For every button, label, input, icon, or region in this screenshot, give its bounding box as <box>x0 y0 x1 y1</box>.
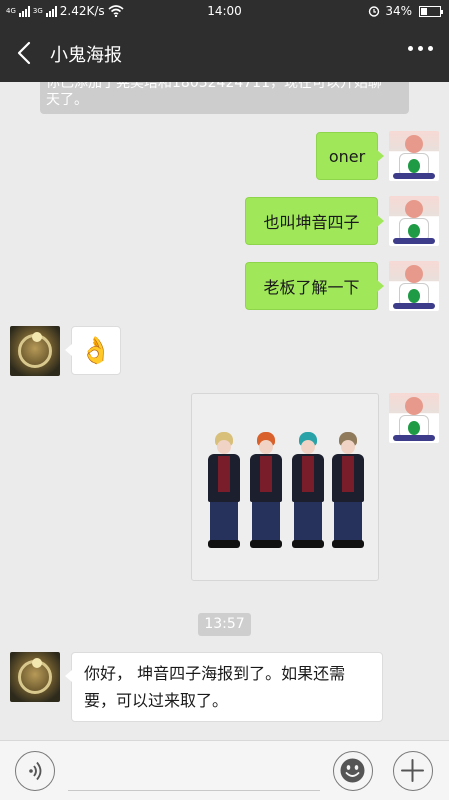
message-text-input[interactable] <box>68 790 320 791</box>
photo-person <box>206 432 242 556</box>
message-bubble-sent[interactable]: oner <box>316 132 384 180</box>
message-text: 老板了解一下 <box>263 278 360 297</box>
message-text: oner <box>328 146 366 166</box>
image-message[interactable] <box>191 393 379 581</box>
my-avatar[interactable] <box>389 131 439 181</box>
contact-avatar[interactable] <box>10 326 60 376</box>
alarm-icon <box>369 6 380 17</box>
photo-person <box>330 432 366 556</box>
message-bubble-sent[interactable]: 也叫坤音四子 <box>245 197 384 245</box>
more-dots-icon[interactable] <box>408 46 433 51</box>
ok-hand-emoji: 👌 <box>79 335 113 366</box>
battery-icon <box>419 5 443 17</box>
chat-title: 小鬼海报 <box>50 45 122 66</box>
photo-person <box>290 432 326 556</box>
chat-header: 小鬼海报 <box>0 24 449 82</box>
message-bubble-received[interactable]: 👌 <box>65 326 121 375</box>
battery-percent: 34% <box>385 4 412 18</box>
system-notice-line-1: 你已添加了晃美培和18032424711，现在可以开始聊 <box>46 82 382 91</box>
photo-person <box>248 432 284 556</box>
message-timestamp: 13:57 <box>198 613 251 636</box>
status-bar: 4G 3G 2.42K/s 14:00 34% <box>0 0 449 24</box>
message-text: 你好， 坤音四子海报到了。如果还需要，可以过来取了。 <box>84 664 346 710</box>
contact-avatar[interactable] <box>10 652 60 702</box>
message-bubble-received[interactable]: 你好， 坤音四子海报到了。如果还需要，可以过来取了。 <box>65 652 383 722</box>
my-avatar[interactable] <box>389 261 439 311</box>
system-notice: 你已添加了晃美培和18032424711，现在可以开始聊 天了。 <box>40 82 409 114</box>
battery-fill <box>421 7 427 15</box>
my-avatar[interactable] <box>389 196 439 246</box>
system-notice-line-2: 天了。 <box>46 92 88 108</box>
voice-icon[interactable] <box>15 751 55 791</box>
status-right: 34% <box>368 4 443 18</box>
emoji-icon[interactable] <box>333 751 373 791</box>
my-avatar[interactable] <box>389 393 439 443</box>
message-bubble-sent[interactable]: 老板了解一下 <box>245 262 384 310</box>
input-bar <box>0 740 449 800</box>
message-text: 也叫坤音四子 <box>263 213 360 232</box>
back-arrow-icon[interactable] <box>14 38 38 68</box>
plus-icon[interactable] <box>393 751 433 791</box>
